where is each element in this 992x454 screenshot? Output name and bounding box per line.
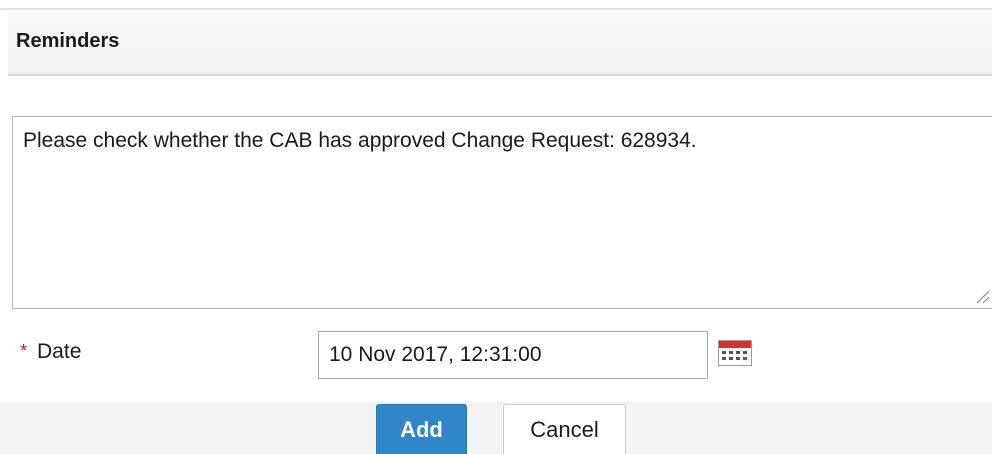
date-label: Date: [37, 340, 82, 363]
reminder-text-area[interactable]: Please check whether the CAB has approve…: [12, 116, 992, 309]
reminders-panel: Reminders Please check whether the CAB h…: [0, 0, 992, 454]
date-label-row: * Date: [20, 340, 81, 364]
required-marker: *: [20, 341, 28, 361]
date-input[interactable]: [318, 331, 708, 379]
resize-grip-icon[interactable]: [974, 288, 990, 304]
panel-title: Reminders: [16, 30, 120, 52]
panel-header: Reminders: [8, 12, 992, 76]
calendar-icon[interactable]: [718, 340, 752, 366]
actions-bar: [0, 402, 992, 454]
add-button[interactable]: Add: [376, 404, 467, 454]
top-divider: [0, 0, 992, 10]
cancel-button[interactable]: Cancel: [503, 404, 626, 454]
